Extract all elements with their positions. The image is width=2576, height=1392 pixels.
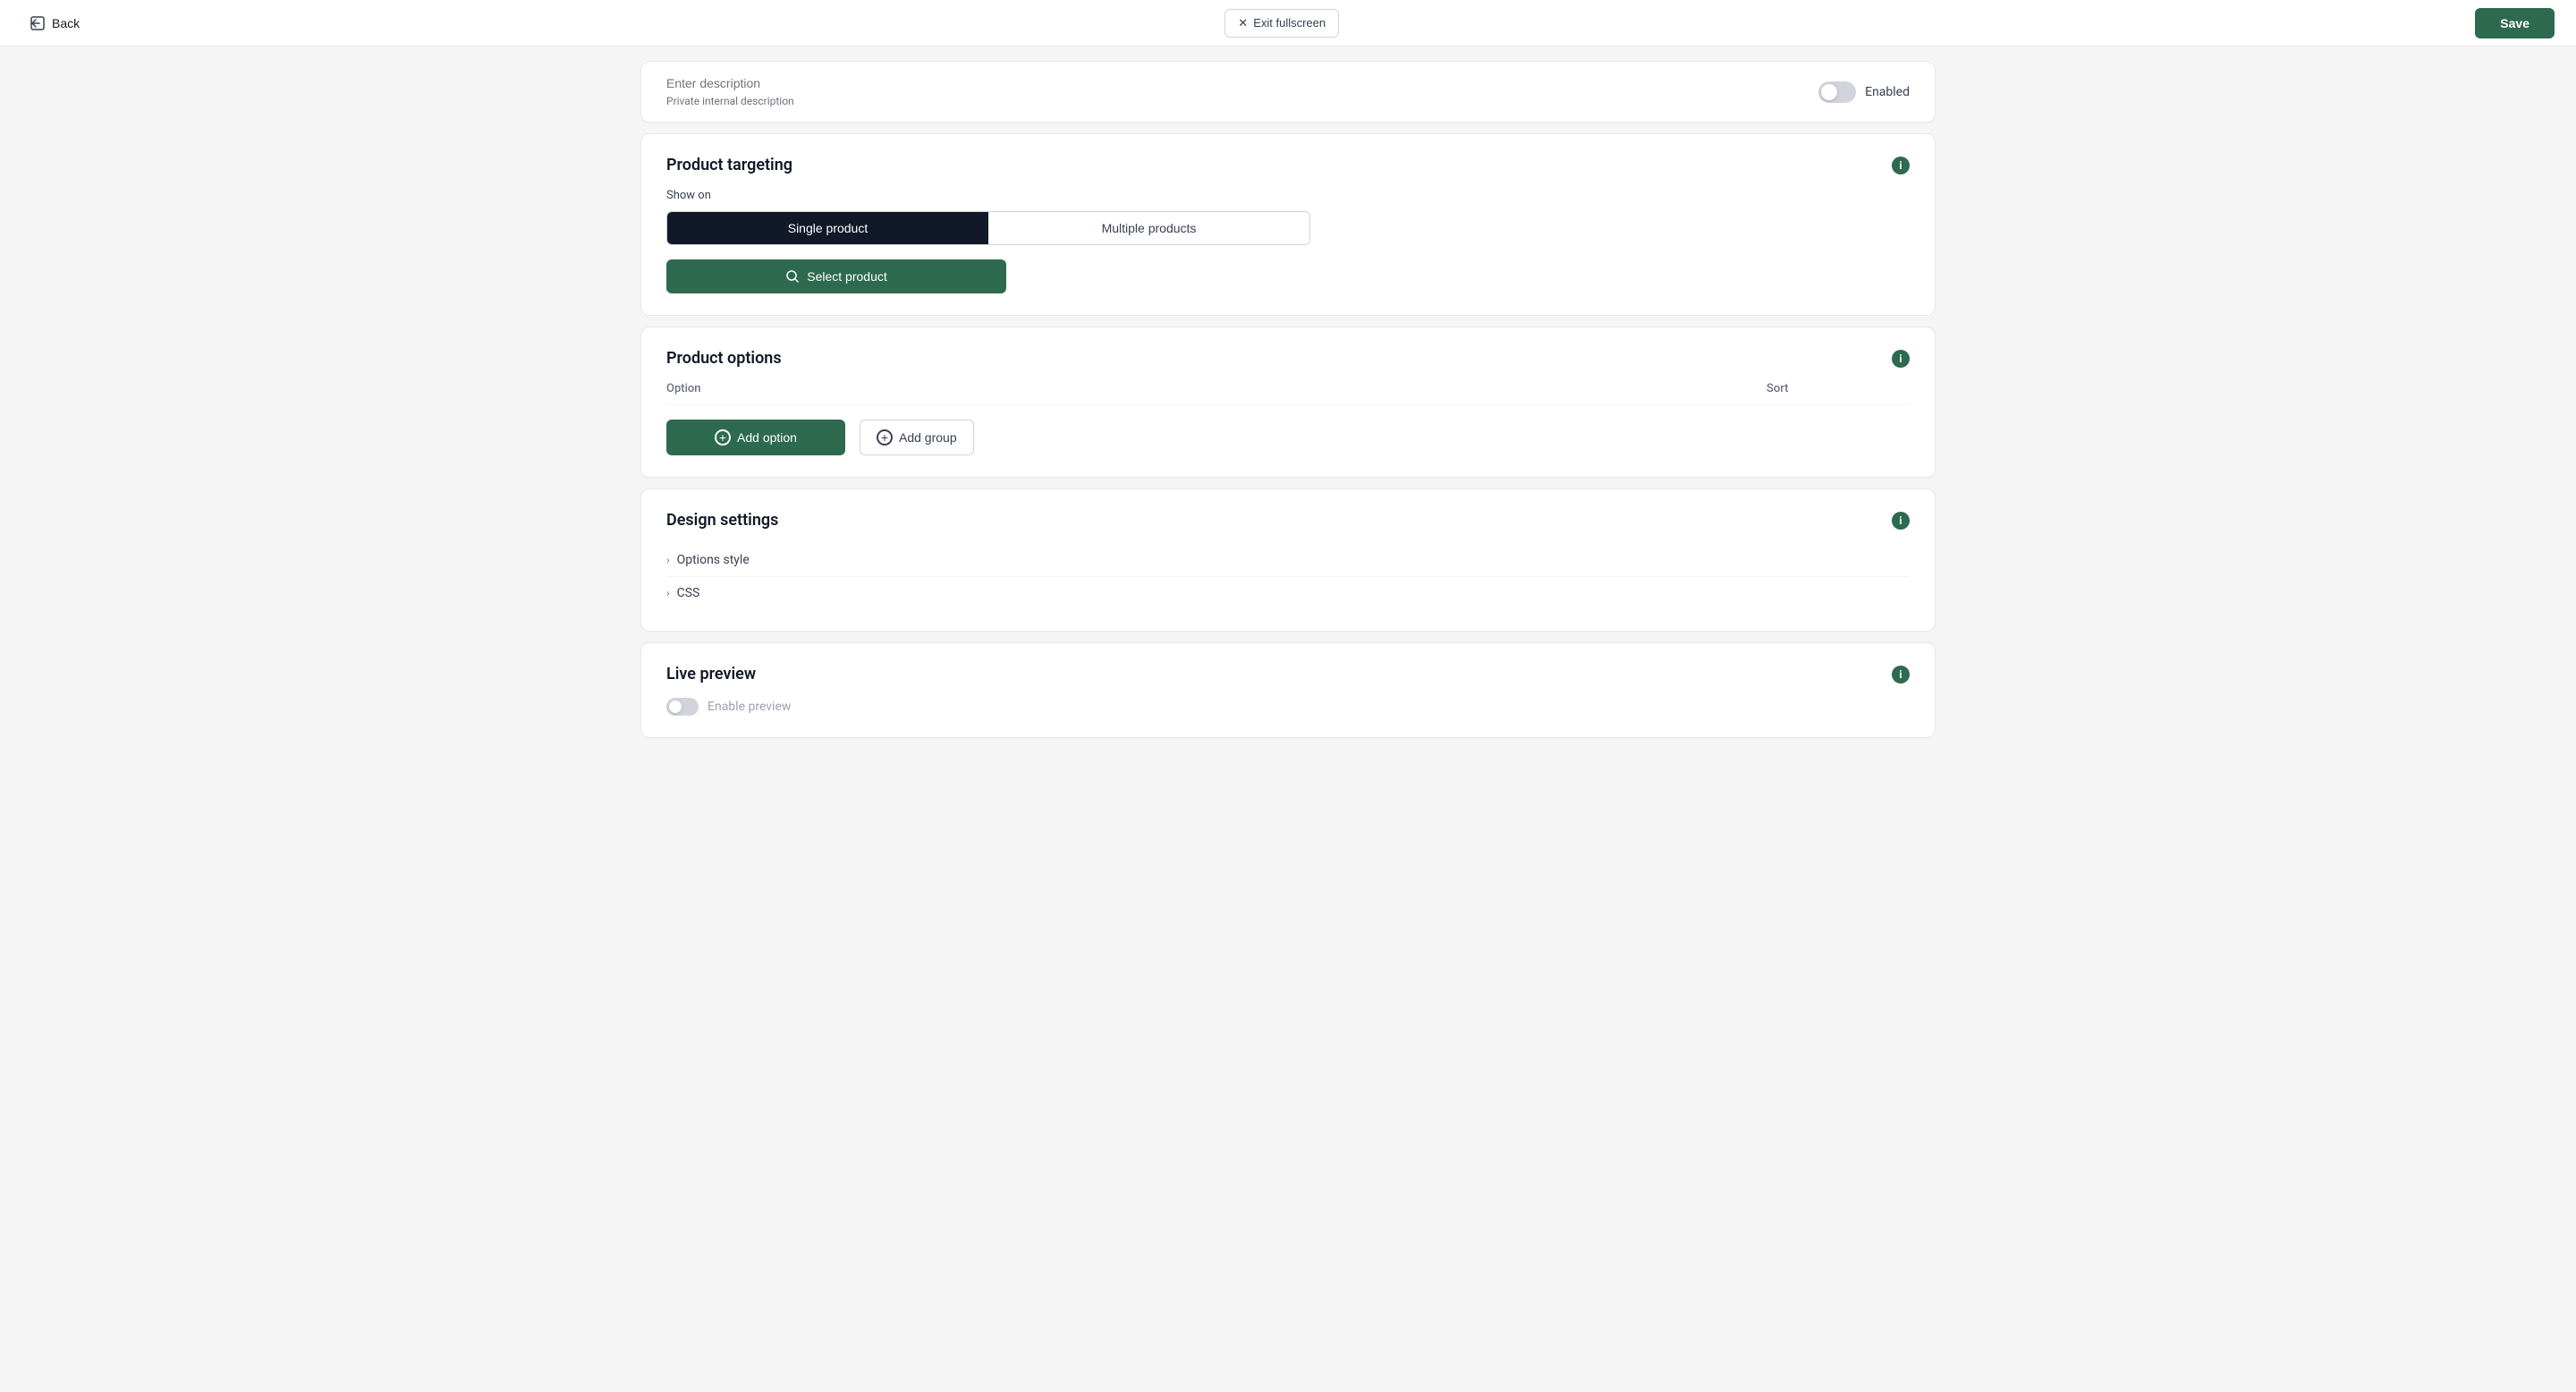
column-sort-header: Sort: [1767, 382, 1910, 395]
column-option-header: Option: [666, 382, 1752, 395]
enable-preview-toggle[interactable]: [666, 698, 699, 716]
options-style-item[interactable]: › Options style: [666, 544, 1910, 576]
add-group-icon: +: [877, 429, 893, 446]
show-on-label: Show on: [666, 189, 1910, 202]
css-chevron: ›: [666, 587, 670, 599]
description-helper: Private internal description: [666, 95, 1310, 107]
live-preview-toggle-row: Enable preview: [666, 698, 1910, 716]
product-options-info-icon[interactable]: i: [1892, 350, 1910, 368]
product-targeting-card: Product targeting i Show on Single produ…: [640, 133, 1936, 316]
top-bar: Back ✕ Exit fullscreen Save: [0, 0, 2576, 47]
add-option-button[interactable]: + Add option: [666, 420, 845, 455]
design-settings-title: Design settings i: [666, 511, 1910, 530]
multiple-products-option[interactable]: Multiple products: [988, 212, 1309, 244]
enable-preview-label: Enable preview: [708, 700, 791, 714]
product-targeting-title: Product targeting i: [666, 156, 1910, 174]
design-settings-card: Design settings i › Options style › CSS: [640, 488, 1936, 632]
options-actions: + Add option + Add group: [666, 420, 1910, 455]
search-icon: [785, 269, 800, 284]
description-input[interactable]: [666, 76, 1310, 90]
description-card: Private internal description Enabled: [640, 61, 1936, 123]
enabled-label: Enabled: [1865, 85, 1910, 99]
options-style-chevron: ›: [666, 554, 670, 566]
product-targeting-info-icon[interactable]: i: [1892, 157, 1910, 174]
live-preview-title: Live preview i: [666, 665, 1910, 683]
design-settings-info-icon[interactable]: i: [1892, 512, 1910, 530]
options-table-header: Option Sort: [666, 382, 1910, 405]
add-group-label: Add group: [899, 430, 957, 445]
css-item[interactable]: › CSS: [666, 577, 1910, 609]
css-label: CSS: [677, 586, 700, 600]
select-product-label: Select product: [807, 269, 887, 284]
exit-fullscreen-button[interactable]: ✕ Exit fullscreen: [1224, 9, 1339, 38]
enabled-toggle[interactable]: [1818, 81, 1856, 103]
close-icon: ✕: [1238, 16, 1248, 30]
main-content: Private internal description Enabled Pro…: [626, 47, 1950, 752]
exit-fullscreen-label: Exit fullscreen: [1253, 16, 1326, 30]
single-product-option[interactable]: Single product: [667, 212, 988, 244]
back-button[interactable]: Back: [21, 11, 89, 36]
options-style-label: Options style: [677, 553, 750, 567]
back-icon: [30, 16, 45, 30]
product-options-title: Product options i: [666, 349, 1910, 368]
product-toggle-group: Single product Multiple products: [666, 211, 1310, 245]
add-option-icon: +: [715, 429, 731, 446]
add-group-button[interactable]: + Add group: [860, 420, 974, 455]
save-button[interactable]: Save: [2475, 8, 2555, 38]
live-preview-info-icon[interactable]: i: [1892, 666, 1910, 683]
product-options-card: Product options i Option Sort + Add opti…: [640, 327, 1936, 478]
add-option-label: Add option: [737, 430, 797, 445]
live-preview-card: Live preview i Enable preview: [640, 642, 1936, 738]
select-product-button[interactable]: Select product: [666, 259, 1006, 293]
enabled-toggle-container: Enabled: [1818, 81, 1910, 103]
back-label: Back: [52, 16, 80, 30]
